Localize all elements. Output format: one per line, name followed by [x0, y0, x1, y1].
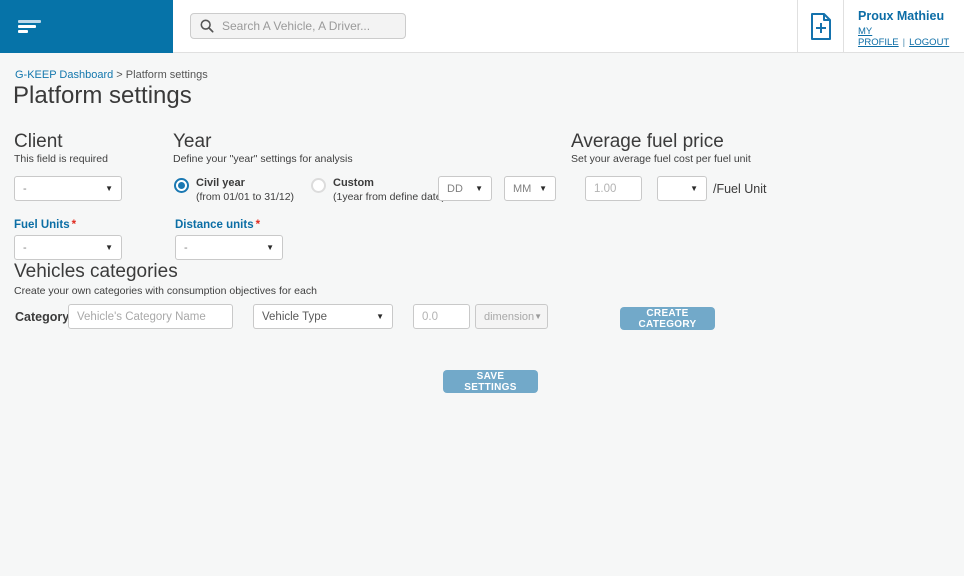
month-select-value: MM — [513, 183, 531, 195]
required-asterisk: * — [72, 219, 76, 231]
category-name-input[interactable] — [68, 304, 233, 329]
breadcrumb-separator: > — [113, 69, 126, 81]
links-separator: | — [903, 37, 905, 48]
topbar-divider-left — [797, 0, 798, 53]
radio-civil-year[interactable]: Civil year (from 01/01 to 31/12) — [174, 177, 294, 203]
month-select[interactable]: MM ▼ — [504, 176, 556, 201]
fuel-units-value: - — [23, 242, 27, 254]
top-bar: Proux Mathieu MY PROFILE | LOGOUT — [0, 0, 964, 53]
radio-unselected-icon[interactable] — [311, 178, 326, 193]
objective-input[interactable] — [413, 304, 470, 329]
fuel-units-label: Fuel Units* — [14, 219, 76, 231]
client-heading: Client — [14, 131, 63, 153]
search-input[interactable] — [222, 19, 396, 33]
civil-year-label: Civil year — [196, 177, 294, 189]
dimension-value: dimension — [484, 311, 534, 323]
fuel-price-subtext: Set your average fuel cost per fuel unit — [571, 153, 751, 165]
categories-subtext: Create your own categories with consumpt… — [14, 285, 317, 297]
day-select-value: DD — [447, 183, 463, 195]
distance-units-value: - — [184, 242, 188, 254]
breadcrumb: G-KEEP Dashboard > Platform settings — [15, 69, 208, 81]
search-icon — [200, 19, 214, 33]
custom-year-sub: (1year from define date) — [333, 191, 445, 203]
global-search — [190, 13, 406, 39]
platform-settings-screen: Proux Mathieu MY PROFILE | LOGOUT G-KEEP D… — [0, 0, 964, 576]
day-select[interactable]: DD ▼ — [438, 176, 492, 201]
fuel-units-select[interactable]: - ▼ — [14, 235, 122, 260]
custom-year-label: Custom — [333, 177, 445, 189]
year-subtext: Define your "year" settings for analysis — [173, 153, 353, 165]
breadcrumb-current: Platform settings — [126, 69, 208, 81]
create-category-button[interactable]: CREATE CATEGORY — [620, 307, 715, 330]
distance-units-select[interactable]: - ▼ — [175, 235, 283, 260]
chevron-down-icon: ▼ — [539, 185, 547, 193]
chevron-down-icon: ▼ — [376, 313, 384, 321]
distance-units-label-text: Distance units — [175, 219, 254, 231]
civil-year-sub: (from 01/01 to 31/12) — [196, 191, 294, 203]
fuel-units-label-text: Fuel Units — [14, 219, 70, 231]
chevron-down-icon: ▼ — [266, 244, 274, 252]
menu-icon[interactable] — [18, 20, 42, 33]
save-settings-button[interactable]: SAVE SETTINGS — [443, 370, 538, 393]
fuel-price-suffix: /Fuel Unit — [713, 182, 767, 196]
chevron-down-icon: ▼ — [690, 185, 698, 193]
fuel-price-heading: Average fuel price — [571, 131, 724, 153]
chevron-down-icon: ▼ — [105, 244, 113, 252]
user-links: MY PROFILE | LOGOUT — [858, 26, 964, 48]
user-name: Proux Mathieu — [858, 9, 964, 23]
fuel-price-input[interactable] — [585, 176, 642, 201]
radio-selected-icon[interactable] — [174, 178, 189, 193]
chevron-down-icon: ▼ — [534, 313, 542, 321]
topbar-divider-right — [843, 0, 844, 53]
my-profile-link[interactable]: MY PROFILE — [858, 26, 899, 48]
add-document-icon[interactable] — [808, 12, 834, 41]
categories-heading: Vehicles categories — [14, 261, 178, 283]
client-select-value: - — [23, 183, 27, 195]
fuel-price-unit-select[interactable]: ▼ — [657, 176, 707, 201]
dimension-select[interactable]: dimension ▼ — [475, 304, 548, 329]
vehicle-type-select[interactable]: Vehicle Type ▼ — [253, 304, 393, 329]
page-title: Platform settings — [13, 82, 192, 110]
logout-link[interactable]: LOGOUT — [909, 37, 949, 48]
distance-units-label: Distance units* — [175, 219, 260, 231]
chevron-down-icon: ▼ — [105, 185, 113, 193]
user-box: Proux Mathieu MY PROFILE | LOGOUT — [858, 9, 964, 48]
year-heading: Year — [173, 131, 211, 153]
radio-custom-year[interactable]: Custom (1year from define date) — [311, 177, 445, 203]
breadcrumb-dashboard-link[interactable]: G-KEEP Dashboard — [15, 69, 113, 81]
client-select[interactable]: - ▼ — [14, 176, 122, 201]
client-subtext: This field is required — [14, 153, 108, 165]
category-row-label: Category: — [15, 310, 73, 324]
chevron-down-icon: ▼ — [475, 185, 483, 193]
brand-block — [0, 0, 173, 53]
vehicle-type-value: Vehicle Type — [262, 311, 327, 323]
required-asterisk: * — [256, 219, 260, 231]
